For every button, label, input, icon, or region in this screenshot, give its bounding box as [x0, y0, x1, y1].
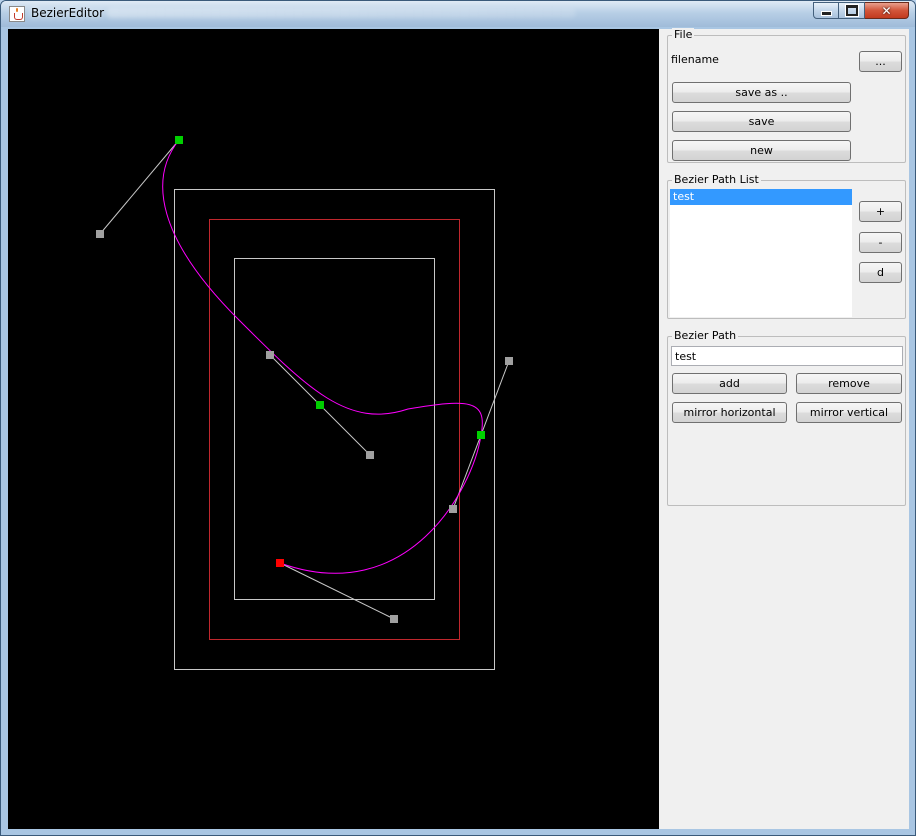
add-path-button[interactable]: + [859, 201, 902, 222]
outer-frame [174, 189, 495, 670]
browse-button[interactable]: ... [859, 51, 902, 72]
app-window: BezierEditor ✕ File filename ... save as… [0, 0, 916, 836]
save-as-button[interactable]: save as .. [672, 82, 851, 103]
close-button[interactable]: ✕ [865, 2, 909, 19]
bezier-path-list-title: Bezier Path List [672, 173, 761, 186]
handle-line [279, 562, 395, 620]
handle-line [99, 139, 180, 235]
save-button[interactable]: save [672, 111, 851, 132]
java-app-icon[interactable] [9, 6, 25, 22]
bezier-path-group: Bezier Path add remove mirror horizontal… [667, 329, 906, 506]
middle-frame [209, 219, 460, 640]
maximize-button[interactable] [839, 2, 865, 19]
control-handle[interactable] [449, 505, 457, 513]
file-group: File filename ... save as .. save new [667, 28, 906, 163]
client-area: File filename ... save as .. save new Be… [8, 28, 909, 829]
anchor-point[interactable] [316, 401, 324, 409]
close-icon: ✕ [881, 3, 892, 18]
window-title: BezierEditor [31, 6, 105, 20]
start-anchor-point[interactable] [276, 559, 284, 567]
bezier-drawing[interactable] [8, 29, 659, 829]
anchor-point[interactable] [175, 136, 183, 144]
bezier-path-title: Bezier Path [672, 329, 739, 342]
remove-path-button[interactable]: - [859, 232, 902, 253]
maximize-icon [845, 5, 858, 16]
minimize-icon [820, 11, 832, 16]
minimize-button[interactable] [813, 2, 839, 19]
new-button[interactable]: new [672, 140, 851, 161]
control-handle[interactable] [366, 451, 374, 459]
path-name-input[interactable] [671, 346, 903, 366]
mirror-vertical-button[interactable]: mirror vertical [796, 402, 902, 423]
control-handle[interactable] [266, 351, 274, 359]
blurred-title-text [106, 8, 576, 18]
duplicate-path-button[interactable]: d [859, 262, 902, 283]
bezier-canvas[interactable] [8, 29, 659, 829]
control-handle[interactable] [505, 357, 513, 365]
title-bar[interactable]: BezierEditor ✕ [1, 1, 915, 27]
control-handle[interactable] [390, 615, 398, 623]
bezier-path-list-group: Bezier Path List test + - d [667, 173, 906, 319]
bezier-path-list[interactable]: test [670, 189, 852, 317]
list-item[interactable]: test [670, 189, 852, 205]
filename-label: filename [671, 53, 719, 66]
mirror-horizontal-button[interactable]: mirror horizontal [672, 402, 787, 423]
add-point-button[interactable]: add [672, 373, 787, 394]
inner-frame [234, 258, 435, 600]
remove-point-button[interactable]: remove [796, 373, 902, 394]
anchor-point[interactable] [477, 431, 485, 439]
control-handle[interactable] [96, 230, 104, 238]
caption-buttons: ✕ [813, 2, 909, 20]
side-panel: File filename ... save as .. save new Be… [659, 28, 909, 829]
file-group-title: File [672, 28, 695, 41]
